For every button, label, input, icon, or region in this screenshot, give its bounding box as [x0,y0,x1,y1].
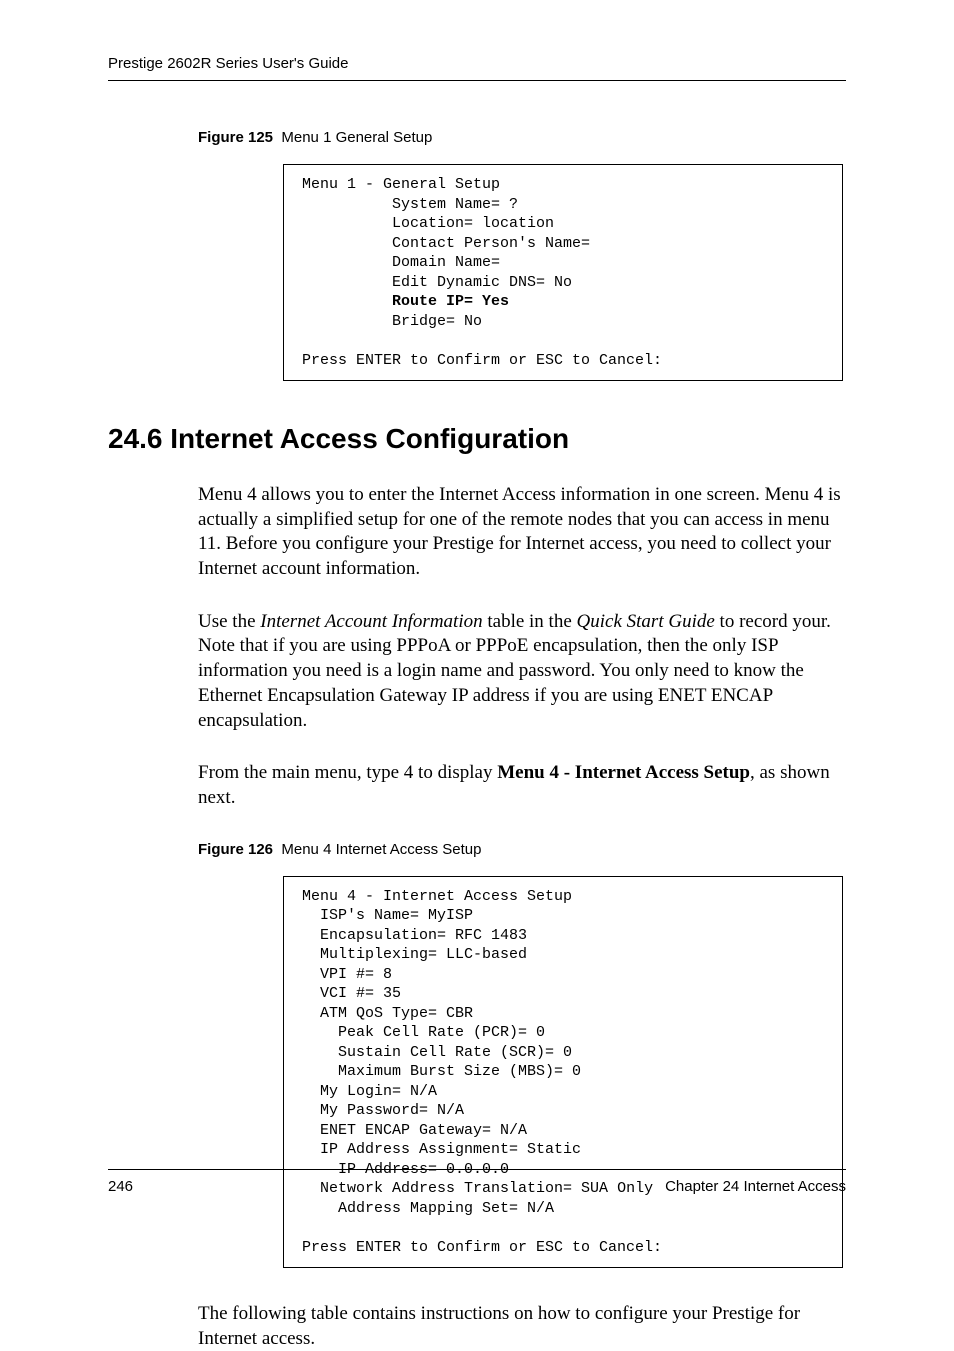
bold-text: Menu 4 - Internet Access Setup [497,762,750,783]
menu-4-box: Menu 4 - Internet Access Setup ISP's Nam… [283,876,843,1269]
menu-4-title: Menu 4 - Internet Access Setup [302,888,572,905]
page-number: 246 [108,1178,133,1195]
menu-1-route-ip: Route IP= Yes [392,293,509,310]
menu-1-bridge: Bridge= No [392,313,482,330]
menu-1-box: Menu 1 - General Setup System Name= ? Lo… [283,164,843,381]
menu-4-line: Multiplexing= LLC-based [320,946,527,963]
body-paragraph: From the main menu, type 4 to display Me… [198,761,846,810]
section-heading: 24.6 Internet Access Configuration [108,423,846,455]
menu-4-line: ISP's Name= MyISP [320,907,473,924]
text-run: From the main menu, type 4 to display [198,762,497,783]
body-paragraph: The following table contains instruction… [198,1302,846,1351]
body-paragraph: Menu 4 allows you to enter the Internet … [198,483,846,582]
menu-4-line: Encapsulation= RFC 1483 [320,927,527,944]
menu-1-line: Edit Dynamic DNS= No [392,274,572,291]
chapter-label: Chapter 24 Internet Access [665,1178,846,1195]
figure-125-title: Menu 1 General Setup [281,129,432,146]
menu-4-line: IP Address Assignment= Static [320,1141,581,1158]
menu-4-line: ATM QoS Type= CBR [320,1005,473,1022]
body-paragraph: Use the Internet Account Information tab… [198,610,846,733]
figure-125-caption: Figure 125 Menu 1 General Setup [198,129,846,146]
menu-4-line: My Login= N/A [320,1083,437,1100]
menu-4-line: VPI #= 8 [320,966,392,983]
menu-4-line: Peak Cell Rate (PCR)= 0 [338,1024,545,1041]
figure-126-caption: Figure 126 Menu 4 Internet Access Setup [198,841,846,858]
figure-126-number: Figure 126 [198,841,273,858]
menu-1-line: System Name= ? [392,196,518,213]
menu-1-footer: Press ENTER to Confirm or ESC to Cancel: [302,352,662,369]
menu-4-line: VCI #= 35 [320,985,401,1002]
page-container: Prestige 2602R Series User's Guide Figur… [0,0,954,1235]
menu-4-line: Sustain Cell Rate (SCR)= 0 [338,1044,572,1061]
menu-4-line: ENET ENCAP Gateway= N/A [320,1122,527,1139]
menu-1-line: Location= location [392,215,554,232]
menu-4-line: My Password= N/A [320,1102,464,1119]
menu-1-line: Contact Person's Name= [392,235,590,252]
text-run: Use the [198,611,260,632]
menu-4-footer: Press ENTER to Confirm or ESC to Cancel: [302,1239,662,1256]
menu-1-title: Menu 1 - General Setup [302,176,500,193]
menu-4-line: Address Mapping Set= N/A [338,1200,554,1217]
page-footer: 246 Chapter 24 Internet Access [108,1169,846,1195]
menu-1-line: Domain Name= [392,254,500,271]
figure-125-number: Figure 125 [198,129,273,146]
italic-text: Quick Start Guide [577,611,715,632]
italic-text: Internet Account Information [260,611,482,632]
text-run: table in the [483,611,577,632]
figure-126-title: Menu 4 Internet Access Setup [281,841,481,858]
running-header: Prestige 2602R Series User's Guide [108,55,846,81]
menu-4-line: Maximum Burst Size (MBS)= 0 [338,1063,581,1080]
